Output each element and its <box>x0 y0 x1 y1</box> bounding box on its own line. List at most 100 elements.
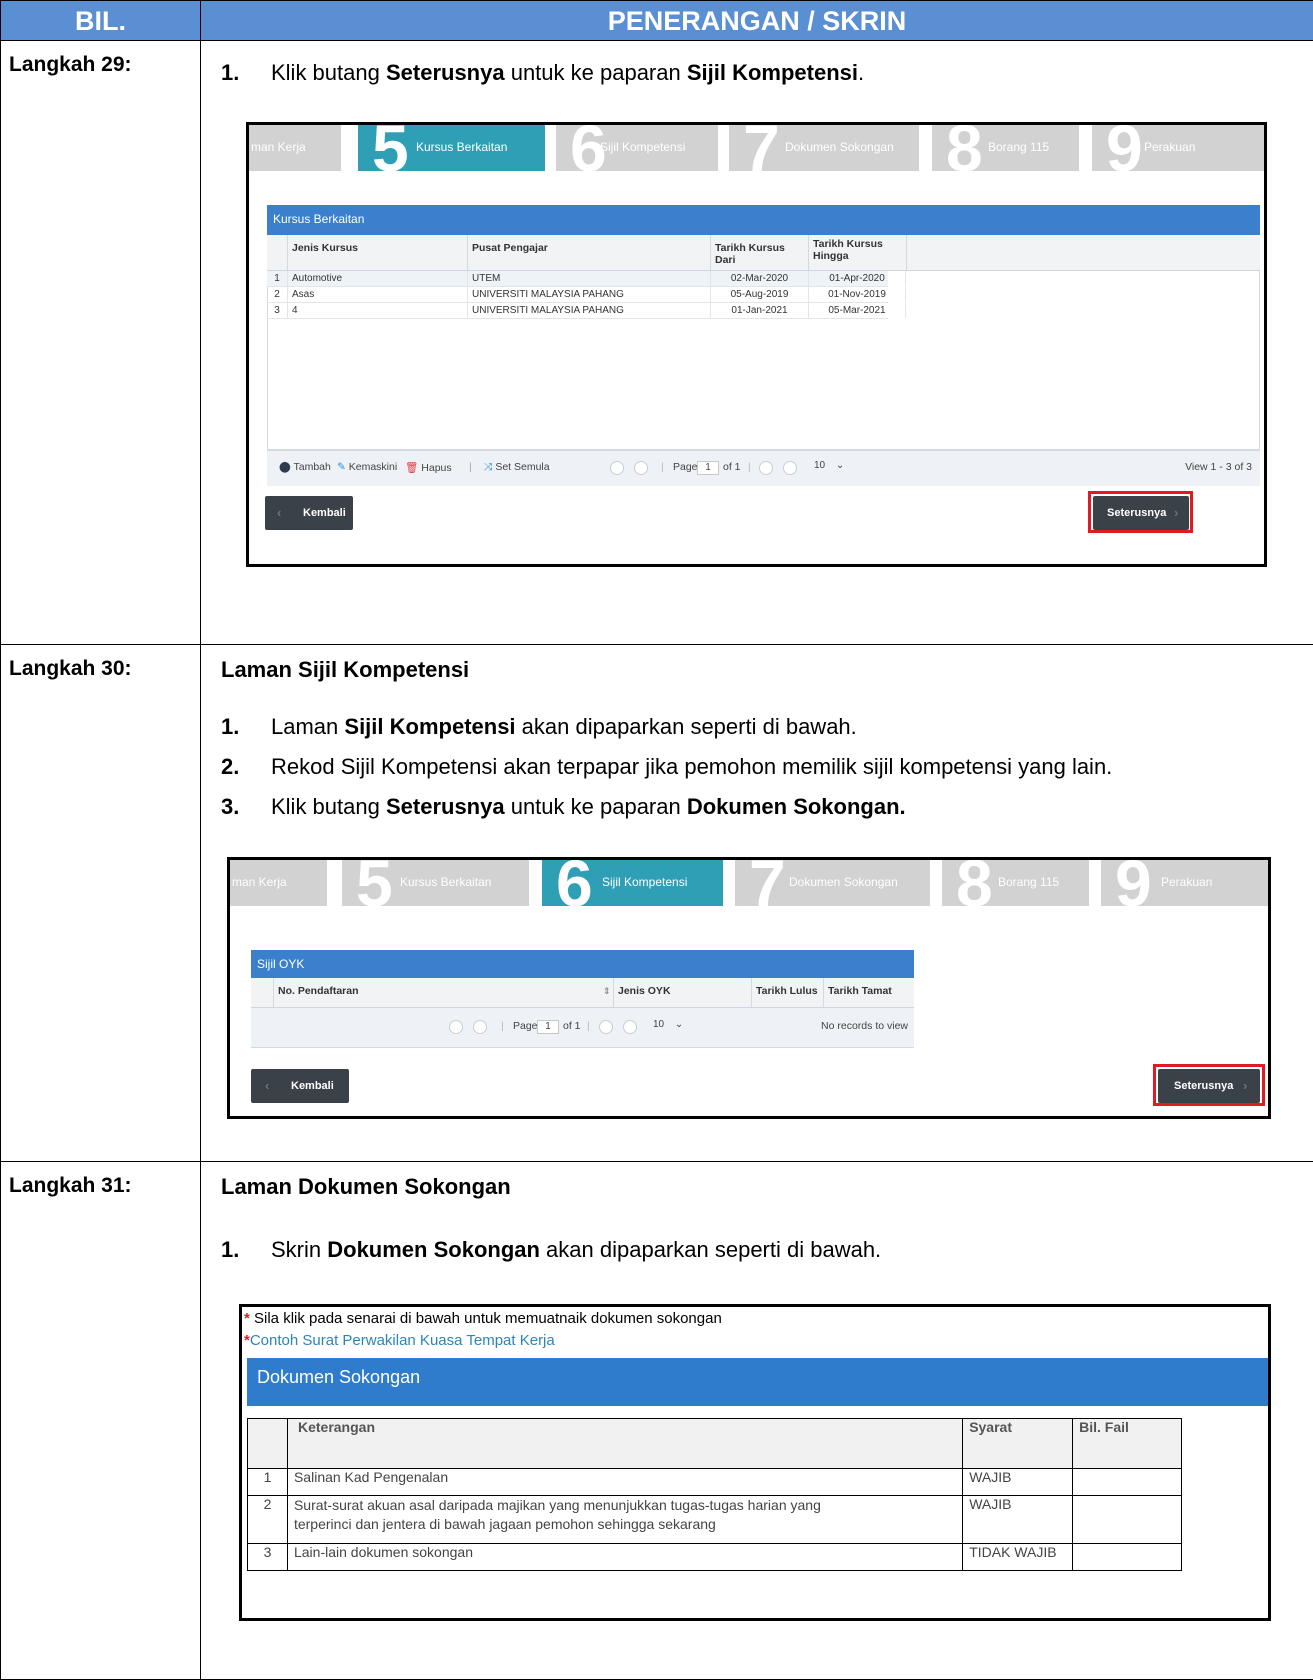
chevron-down-icon: ⌄ <box>674 1019 684 1030</box>
back-button[interactable]: ‹ Kembali <box>265 496 353 530</box>
wizard-step-9[interactable]: 9 Perakuan <box>1092 125 1264 181</box>
table-row[interactable]: 1 Automotive UTEM 02-Mar-2020 01-Apr-202… <box>267 271 906 287</box>
first-page-button[interactable] <box>449 1020 463 1034</box>
sample-letter-link-text[interactable]: Contoh Surat Perwakilan Kuasa Tempat Ker… <box>250 1332 555 1349</box>
item-text: Klik butang <box>271 60 386 85</box>
cell-jenis: Automotive <box>287 271 467 286</box>
wizard-step-6[interactable]: 6 Sijil Kompetensi <box>542 860 723 916</box>
back-button[interactable]: ‹ Kembali <box>251 1069 349 1103</box>
wizard-step-label: man Kerja <box>251 140 306 154</box>
page-input[interactable]: 1 <box>697 461 719 475</box>
highlight-next-button <box>1153 1064 1265 1106</box>
wizard-step-label: Dokumen Sokongan <box>785 140 894 154</box>
sort-icon[interactable]: ⇕ <box>603 986 611 997</box>
last-page-button[interactable] <box>623 1020 637 1034</box>
col-keterangan[interactable]: Keterangan <box>286 1418 964 1469</box>
shuffle-icon: ⤨ <box>484 461 493 473</box>
plus-circle-icon: ⬤ <box>279 461 291 473</box>
sample-letter-link[interactable]: *Contoh Surat Perwakilan Kuasa Tempat Ke… <box>244 1332 555 1349</box>
wizard-step-8[interactable]: 8 Borang 115 <box>942 860 1089 916</box>
prev-page-button[interactable] <box>634 461 648 475</box>
next-page-button[interactable] <box>759 461 773 475</box>
pager-divider: | <box>587 1020 590 1032</box>
cell-syarat: WAJIB <box>962 1468 1074 1496</box>
table-row[interactable]: 2 Asas UNIVERSITI MALAYSIA PAHANG 05-Aug… <box>267 287 906 303</box>
add-label: Tambah <box>293 461 331 473</box>
back-label: Kembali <box>291 1080 334 1092</box>
col-pusat-pengajar[interactable]: Pusat Pengajar <box>467 235 710 270</box>
step-30-item-2: 2. Rekod Sijil Kompetensi akan terpapar j… <box>221 747 1313 787</box>
next-page-button[interactable] <box>599 1020 613 1034</box>
table-row[interactable]: 3 Lain-lain dokumen sokongan TIDAK WAJIB <box>247 1543 1182 1571</box>
col-syarat[interactable]: Syarat <box>962 1418 1074 1469</box>
record-count: No records to view <box>821 1020 908 1032</box>
row-number: 2 <box>274 289 280 300</box>
item-number: 1. <box>221 1237 240 1262</box>
table-row[interactable]: 1 Salinan Kad Pengenalan WAJIB <box>247 1468 1182 1496</box>
wizard-step-4[interactable]: man Kerja <box>249 125 341 171</box>
col-jenis-kursus[interactable]: Jenis Kursus <box>287 235 467 270</box>
prev-page-button[interactable] <box>473 1020 487 1034</box>
edit-button[interactable]: ✎ Kemaskini <box>337 461 397 473</box>
add-button[interactable]: ⬤ Tambah <box>279 461 331 473</box>
wizard-steps: man Kerja 5 Kursus Berkaitan 6 Sijil Kompe… <box>249 125 1264 181</box>
item-text: untuk ke paparan <box>504 60 687 85</box>
item-number: 1. <box>221 714 240 739</box>
pager-divider: | <box>501 1020 504 1032</box>
wizard-step-7[interactable]: 7 Dokumen Sokongan <box>729 125 919 181</box>
delete-button[interactable]: 🗑 Hapus <box>405 461 452 474</box>
step-31-instructions: 1. Skrin Dokumen Sokongan akan dipaparkan… <box>221 1230 1313 1270</box>
cell-hingga: 05-Mar-2021 <box>808 303 906 318</box>
wizard-step-number: 8 <box>946 122 983 185</box>
col-jenis-oyk[interactable]: Jenis OYK <box>613 978 751 1007</box>
item-text: akan dipaparkan seperti di bawah. <box>515 714 857 739</box>
wizard-step-6[interactable]: 6 Sijil Kompetensi <box>556 125 718 181</box>
cell-syarat: WAJIB <box>962 1495 1074 1544</box>
wizard-step-label: man Kerja <box>232 875 287 889</box>
col-tarikh-hingga[interactable]: Tarikh Kursus Hingga <box>808 235 906 270</box>
page-input[interactable]: 1 <box>537 1020 559 1034</box>
cell-dari: 02-Mar-2020 <box>710 271 808 286</box>
chevron-left-icon: ‹ <box>265 1078 270 1093</box>
step-31-title: Laman Dokumen Sokongan <box>221 1174 511 1199</box>
upload-instruction-text: Sila klik pada senarai di bawah untuk me… <box>254 1310 722 1327</box>
wizard-step-5[interactable]: 5 Kursus Berkaitan <box>342 860 529 916</box>
page-size-select[interactable]: 10 ⌄ <box>647 1019 691 1035</box>
item-text: untuk ke paparan <box>504 794 687 819</box>
step-30-description: Laman Sijil Kompetensi 1. Laman Sijil Kom… <box>200 644 1313 1162</box>
table-row[interactable]: 3 4 UNIVERSITI MALAYSIA PAHANG 01-Jan-20… <box>267 303 906 319</box>
kursus-panel-title: Kursus Berkaitan <box>267 205 1260 235</box>
col-no-pendaftaran[interactable]: No. Pendaftaran <box>273 978 633 1007</box>
last-page-button[interactable] <box>783 461 797 475</box>
page-total: of 1 <box>723 461 741 473</box>
wizard-step-4[interactable]: man Kerja <box>230 860 327 906</box>
page-size-value: 10 <box>653 1019 665 1030</box>
procedure-table: BIL. PENERANGAN / SKRIN Langkah 29: 1. Kl… <box>0 0 1313 1680</box>
step-29-description: 1. Klik butang Seterusnya untuk ke papara… <box>200 40 1313 645</box>
reset-label: Set Semula <box>495 461 550 473</box>
cell-pusat: UNIVERSITI MALAYSIA PAHANG <box>467 287 710 302</box>
wizard-step-7[interactable]: 7 Dokumen Sokongan <box>735 860 930 916</box>
dokumen-panel-title: Dokumen Sokongan <box>247 1358 1268 1406</box>
page-total: of 1 <box>563 1020 581 1032</box>
wizard-step-5[interactable]: 5 Kursus Berkaitan <box>358 125 545 181</box>
page-size-select[interactable]: 10 ⌄ <box>808 460 852 476</box>
item-text: Klik butang <box>271 794 386 819</box>
col-tarikh-lulus[interactable]: Tarikh Lulus <box>751 978 823 1007</box>
col-tarikh-dari[interactable]: Tarikh Kursus Dari <box>710 235 808 270</box>
step-31-label: Langkah 31: <box>0 1161 201 1680</box>
col-tarikh-tamat[interactable]: Tarikh Tamat <box>823 978 914 1007</box>
wizard-step-8[interactable]: 8 Borang 115 <box>932 125 1079 181</box>
page-label: Page <box>673 461 698 473</box>
col-bil-fail[interactable]: Bil. Fail <box>1072 1418 1182 1469</box>
cell-hingga: 01-Apr-2020 <box>808 271 906 286</box>
reset-button[interactable]: ⤨ Set Semula <box>484 461 550 474</box>
step-30-item-3: 3. Klik butang Seterusnya untuk ke papara… <box>221 787 1313 827</box>
wizard-step-9[interactable]: 9 Perakuan <box>1101 860 1268 916</box>
chevron-left-icon: ‹ <box>277 505 282 520</box>
first-page-button[interactable] <box>610 461 624 475</box>
cell-bil-fail <box>1072 1495 1182 1544</box>
cell-syarat: TIDAK WAJIB <box>962 1543 1074 1571</box>
table-row[interactable]: 2 Surat-surat akuan asal daripada majika… <box>247 1495 1182 1544</box>
step-29-label: Langkah 29: <box>0 40 201 645</box>
